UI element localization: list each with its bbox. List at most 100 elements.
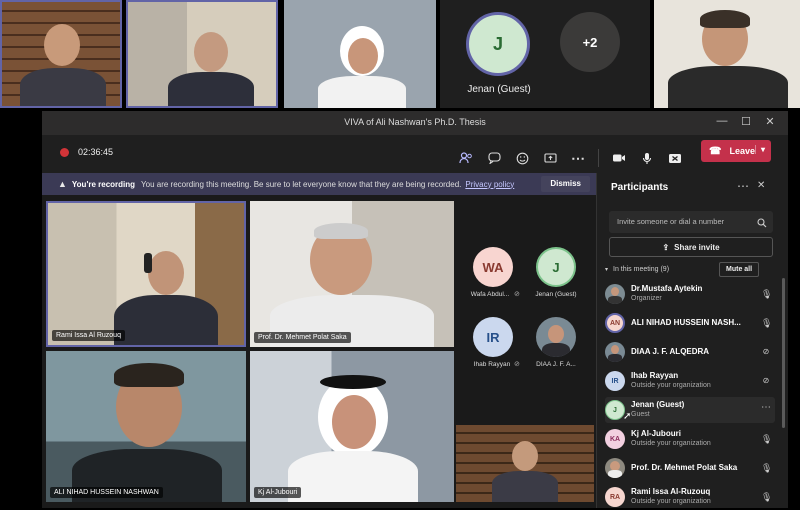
recording-dot-icon xyxy=(60,148,69,157)
participant-role: Guest xyxy=(631,411,650,418)
participant-name: Dr.Mustafa Aytekin xyxy=(631,284,703,293)
avatar[interactable]: IR xyxy=(473,317,513,357)
more-actions-icon[interactable]: ⋯ xyxy=(569,149,587,167)
video-tile-rami[interactable]: Rami Issa Al Ruzouq xyxy=(46,201,246,347)
more-options-icon[interactable]: ⋯ xyxy=(761,402,771,413)
leave-label: Leave xyxy=(729,146,755,156)
participant-name: DIAA J. F. A... xyxy=(536,361,576,368)
participant-row[interactable]: RA Rami Issa Al-Ruzouq Outside your orga… xyxy=(605,484,775,510)
participant-role: Organizer xyxy=(631,295,662,302)
close-panel-icon[interactable]: ✕ xyxy=(757,180,765,191)
mute-all-button[interactable]: Mute all xyxy=(719,262,760,277)
share-invite-label: Share invite xyxy=(674,242,720,252)
participant-name: Kj Al-Jubouri xyxy=(631,429,681,438)
avatar xyxy=(605,284,625,304)
microphone-icon: 🎙 xyxy=(761,434,773,444)
invite-placeholder: Invite someone or dial a number xyxy=(617,217,725,226)
participant-name: ALI NIHAD HUSSEIN NASH... xyxy=(631,318,741,327)
participant-row[interactable]: J Jenan (Guest) Guest ⋯ ➚ xyxy=(605,397,775,423)
participants-icon[interactable] xyxy=(457,149,475,167)
participant-row[interactable]: AN ALI NIHAD HUSSEIN NASH... 🎙 xyxy=(605,310,775,336)
top-video-tile-4 xyxy=(654,0,800,108)
mic-off-icon: ⊘ xyxy=(514,291,520,298)
participant-name: Rami Issa Al-Ruzouq xyxy=(631,487,711,496)
top-video-tile-3 xyxy=(284,0,436,108)
participant-row[interactable]: IR Ihab Rayyan Outside your organization… xyxy=(605,368,775,394)
recording-banner-message: You are recording this meeting. Be sure … xyxy=(141,179,462,189)
video-tile-kj[interactable]: Kj Al-Jubouri xyxy=(250,351,454,502)
chat-icon[interactable] xyxy=(485,149,503,167)
participants-panel: Participants ⋯ ✕ Invite someone or dial … xyxy=(596,173,788,508)
mic-off-icon: ⊘ xyxy=(762,347,770,356)
participant-name: Ihab Rayyan xyxy=(631,371,679,380)
meeting-timer: 02:36:45 xyxy=(78,147,114,157)
participant-name: Jenan (Guest) xyxy=(631,400,685,409)
participant-row[interactable]: DIAA J. F. ALQEDRA ⊘ xyxy=(605,339,775,365)
participant-name: Wafa Abdul... xyxy=(470,291,510,298)
participant-name: DIAA J. F. ALQEDRA xyxy=(631,347,710,356)
share-screen-icon[interactable] xyxy=(541,149,559,167)
maximize-button[interactable]: ☐ xyxy=(738,115,754,128)
microphone-icon: 🎙 xyxy=(761,318,773,328)
video-tile-mehmet[interactable]: Prof. Dr. Mehmet Polat Saka xyxy=(250,201,454,347)
participant-name: Prof. Dr. Mehmet Polat Saka xyxy=(254,332,351,343)
mic-off-icon: ⊘ xyxy=(762,376,770,385)
reactions-icon[interactable] xyxy=(513,149,531,167)
top-avatar-tile: J Jenan (Guest) +2 xyxy=(440,0,650,108)
avatar: KA xyxy=(605,429,625,449)
top-video-tile-2 xyxy=(126,0,278,108)
in-meeting-header[interactable]: In this meeting (9) xyxy=(613,266,669,273)
avatar[interactable] xyxy=(536,317,576,357)
mic-off-icon: ⊘ xyxy=(514,361,520,368)
participant-role: Outside your organization xyxy=(631,440,711,447)
panel-scrollbar[interactable] xyxy=(782,278,785,428)
microphone-icon[interactable] xyxy=(638,149,656,167)
avatar[interactable]: J xyxy=(536,247,576,287)
avatar xyxy=(605,342,625,362)
top-video-tile-1 xyxy=(0,0,122,108)
avatar[interactable]: WA xyxy=(473,247,513,287)
participant-name: Kj Al-Jubouri xyxy=(254,487,302,498)
title-bar: VIVA of Ali Nashwan's Ph.D. Thesis — ☐ ✕ xyxy=(42,111,788,135)
self-video-preview[interactable] xyxy=(456,425,594,502)
participant-row[interactable]: KA Kj Al-Jubouri Outside your organizati… xyxy=(605,426,775,452)
participant-name: Ihab Rayyan xyxy=(473,361,511,368)
avatar: IR xyxy=(605,371,625,391)
video-tile-ali[interactable]: ALI NIHAD HUSSEIN NASHWAN xyxy=(46,351,246,502)
participant-role: Outside your organization xyxy=(631,498,711,505)
avatar: RA xyxy=(605,487,625,507)
camera-icon[interactable] xyxy=(610,149,628,167)
participant-name: Jenan (Guest) xyxy=(535,291,577,298)
participant-role: Outside your organization xyxy=(631,382,711,389)
panel-title: Participants xyxy=(611,182,669,193)
chevron-down-icon[interactable]: ▾ xyxy=(605,266,608,273)
invite-input[interactable]: Invite someone or dial a number xyxy=(609,211,773,233)
window-title: VIVA of Ali Nashwan's Ph.D. Thesis xyxy=(344,117,486,127)
avatar: J xyxy=(466,12,530,76)
warning-icon: ▲ xyxy=(58,179,67,189)
privacy-policy-link[interactable]: Privacy policy xyxy=(465,180,514,189)
close-window-button[interactable]: ✕ xyxy=(762,115,778,128)
share-icon: ⇪ xyxy=(662,242,670,252)
video-stage: Rami Issa Al Ruzouq Prof. Dr. Mehmet Pol… xyxy=(42,195,596,508)
avatar xyxy=(605,458,625,478)
dismiss-button[interactable]: Dismiss xyxy=(541,176,590,192)
participant-name: Jenan (Guest) xyxy=(467,84,531,95)
mouse-cursor-icon: ➚ xyxy=(623,411,632,422)
recording-banner-label: You're recording xyxy=(71,179,136,189)
more-options-icon[interactable]: ⋯ xyxy=(737,179,749,193)
microphone-icon: 🎙 xyxy=(761,492,773,502)
share-tray-icon[interactable] xyxy=(666,149,684,167)
recording-banner: ▲ You're recording You are recording thi… xyxy=(42,173,596,195)
participant-row[interactable]: Dr.Mustafa Aytekin Organizer 🎙 xyxy=(605,281,775,307)
share-invite-button[interactable]: ⇪ Share invite xyxy=(609,237,773,257)
overflow-count-badge[interactable]: +2 xyxy=(560,12,620,72)
avatar: J xyxy=(605,400,625,420)
participant-row[interactable]: Prof. Dr. Mehmet Polat Saka 🎙 xyxy=(605,455,775,481)
chevron-down-icon[interactable]: ▾ xyxy=(754,145,765,154)
microphone-icon: 🎙 xyxy=(761,289,773,299)
search-icon xyxy=(757,215,767,233)
minimize-button[interactable]: — xyxy=(714,115,730,127)
leave-button[interactable]: ☎ Leave ▾ xyxy=(701,140,771,162)
avatar: AN xyxy=(605,313,625,333)
